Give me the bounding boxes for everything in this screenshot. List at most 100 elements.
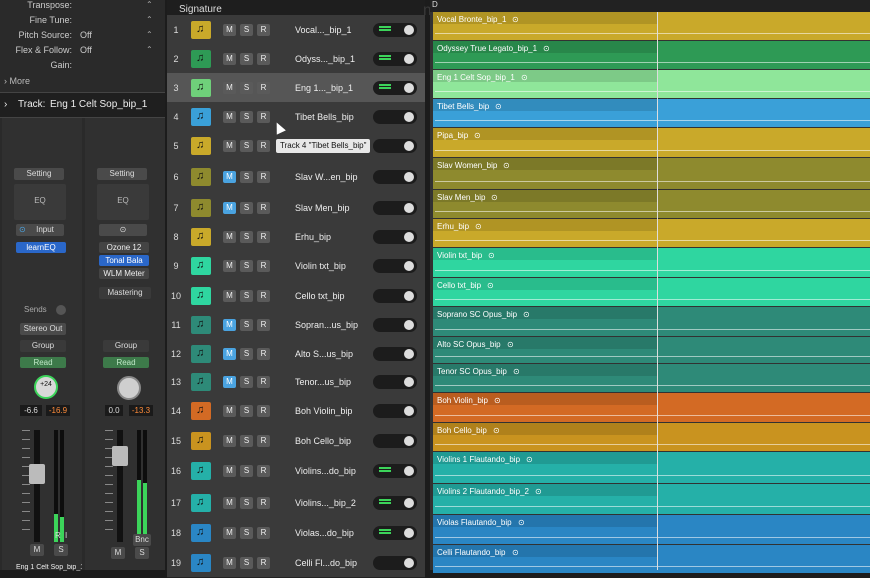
audio-region[interactable]: Vocal Bronte_bip_1 ⊙ [433,12,870,40]
pan-knob[interactable]: +24 [34,375,58,399]
track-header-row[interactable]: 19 ♫ M S R Celli Fl...do_bip [167,548,425,578]
mute-button[interactable]: M [223,260,236,272]
audio-region[interactable]: Eng 1 Celt Sop_bip_1 ⊙ [433,70,870,98]
track-on-toggle[interactable] [373,259,417,273]
track-header-row[interactable]: 16 ♫ M S R Violins...do_bip [167,455,425,488]
instrument-icon[interactable]: ♫ [191,108,211,126]
playhead[interactable] [657,12,658,570]
record-button[interactable]: R [257,171,270,183]
track-inspector-header[interactable]: › Track: Eng 1 Celt Sop_bip_1 [0,92,165,118]
input-slot[interactable]: ⊙ [99,224,147,236]
audio-region[interactable]: Odyssey True Legato_bip_1 ⊙ [433,41,870,69]
track-name[interactable]: Cello txt_bip [295,291,345,301]
solo-button[interactable]: S [240,53,253,65]
plugin-slot-learneq[interactable]: learnEQ [16,242,66,253]
input-slot[interactable]: ⊙ Input [16,224,64,236]
solo-button[interactable]: S [240,82,253,94]
track-on-toggle[interactable] [373,170,417,184]
record-button[interactable]: R [257,140,270,152]
volume-readout[interactable]: -6.6 [20,405,42,416]
track-on-toggle[interactable] [373,23,417,37]
track-header-row[interactable]: 2 ♫ M S R Odyss..._bip_1 [167,44,425,74]
stepper-icon[interactable]: ⌃ [146,45,153,54]
instrument-icon[interactable]: ♫ [191,554,211,572]
instrument-icon[interactable]: ♫ [191,137,211,155]
record-button[interactable]: R [257,557,270,569]
instrument-icon[interactable]: ♫ [191,50,211,68]
record-button[interactable]: R [257,202,270,214]
track-on-toggle[interactable] [373,139,417,153]
track-name[interactable]: Alto S...us_bip [295,349,353,359]
mute-button[interactable]: M [223,348,236,360]
region-param-row[interactable]: Pitch Source: Off ⌃ [0,30,160,44]
record-button[interactable]: R [257,435,270,447]
solo-button[interactable]: S [240,202,253,214]
eq-display[interactable]: EQ [97,184,149,220]
volume-readout[interactable]: 0.0 [105,405,123,416]
record-button[interactable]: R [257,111,270,123]
solo-button[interactable]: S [240,527,253,539]
mute-button[interactable]: M [223,140,236,152]
param-value[interactable]: Off [80,30,92,40]
region-param-row[interactable]: Flex & Follow: Off ⌃ [0,45,160,59]
mute-button[interactable]: M [223,557,236,569]
instrument-icon[interactable]: ♫ [191,21,211,39]
volume-fader-cap[interactable] [29,464,45,484]
solo-button[interactable]: S [240,290,253,302]
instrument-icon[interactable]: ♫ [191,432,211,450]
volume-fader-track[interactable] [34,430,40,542]
audio-region[interactable]: Slav Women_bip ⊙ [433,158,870,189]
track-header-row[interactable]: 15 ♫ M S R Boh Cello_bip [167,426,425,456]
track-header-row[interactable]: 3 ♫ M S R Eng 1..._bip_1 [167,73,425,103]
track-on-toggle[interactable] [373,464,417,478]
audio-region[interactable]: Cello txt_bip ⊙ [433,278,870,306]
mute-button[interactable]: M [223,24,236,36]
track-header-row[interactable]: 4 ♫ M S R Tibet Bells_bip [167,102,425,132]
more-disclosure[interactable]: › More [4,76,30,86]
track-header-row[interactable]: 6 ♫ M S R Slav W...en_bip [167,161,425,194]
mute-button[interactable]: M [111,547,125,559]
audio-region[interactable]: Slav Men_bip ⊙ [433,190,870,218]
record-button[interactable]: R [257,53,270,65]
track-name[interactable]: Eng 1..._bip_1 [295,83,353,93]
instrument-icon[interactable]: ♫ [191,287,211,305]
track-name[interactable]: Violas...do_bip [295,528,354,538]
instrument-icon[interactable]: ♫ [191,373,211,391]
automation-mode[interactable]: Read [20,357,66,368]
audio-region[interactable]: Boh Violin_bip ⊙ [433,393,870,422]
eq-display[interactable]: EQ [14,184,66,220]
solo-button[interactable]: S [240,348,253,360]
track-on-toggle[interactable] [373,318,417,332]
setting-button[interactable]: Setting [97,168,147,180]
track-name[interactable]: Slav W...en_bip [295,172,358,182]
solo-button[interactable]: S [240,111,253,123]
track-header-row[interactable]: 9 ♫ M S R Violin txt_bip [167,251,425,282]
mute-button[interactable]: M [223,202,236,214]
mute-button[interactable]: M [223,319,236,331]
instrument-icon[interactable]: ♫ [191,257,211,275]
track-header-row[interactable]: 12 ♫ M S R Alto S...us_bip [167,340,425,368]
stepper-icon[interactable]: ⌃ [146,30,153,39]
instrument-icon[interactable]: ♫ [191,168,211,186]
plugin-slot-1[interactable]: Ozone 12 [99,242,149,253]
solo-button[interactable]: S [240,260,253,272]
solo-button[interactable]: S [240,435,253,447]
output-button[interactable]: Stereo Out [20,323,66,335]
track-on-toggle[interactable] [373,201,417,215]
track-on-toggle[interactable] [373,81,417,95]
setting-button[interactable]: Setting [14,168,64,180]
solo-button[interactable]: S [240,319,253,331]
track-on-toggle[interactable] [373,347,417,361]
mute-button[interactable]: M [223,290,236,302]
solo-button[interactable]: S [240,140,253,152]
track-header-row[interactable]: 14 ♫ M S R Boh Violin_bip [167,396,425,427]
instrument-icon[interactable]: ♫ [191,345,211,363]
record-button[interactable]: R [257,231,270,243]
track-on-toggle[interactable] [373,434,417,448]
instrument-icon[interactable]: ♫ [191,79,211,97]
track-name[interactable]: Odyss..._bip_1 [295,54,355,64]
arrange-area[interactable]: D Vocal Bronte_bip_1 ⊙ Odyssey True Legato… [430,0,870,573]
automation-mode[interactable]: Read [103,357,149,368]
solo-button[interactable]: S [135,547,149,559]
solo-button[interactable]: S [240,497,253,509]
